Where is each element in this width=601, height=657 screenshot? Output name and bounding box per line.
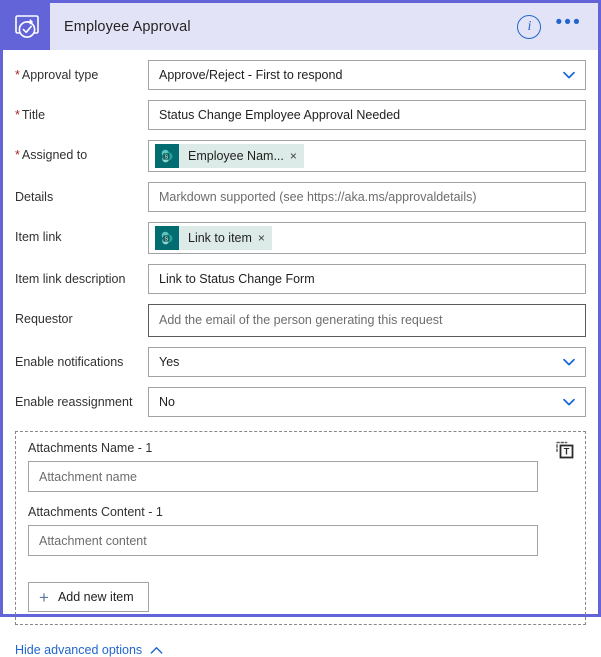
plus-icon: + (39, 587, 49, 607)
dynamic-content-token[interactable]: S Link to item × (155, 226, 272, 250)
chevron-down-icon[interactable] (562, 355, 576, 369)
field-wrapper-enable-notifications: Yes (148, 347, 586, 377)
sharepoint-icon: S (155, 144, 179, 168)
attachments-array-group: T Attachments Name - 1 Attachment name A… (15, 431, 586, 625)
hide-advanced-options-label: Hide advanced options (15, 643, 143, 657)
label-requestor: Requestor (15, 312, 73, 326)
svg-text:S: S (164, 236, 168, 242)
details-input[interactable]: Markdown supported (see https://aka.ms/a… (148, 182, 586, 212)
field-wrapper-approval-type: Approve/Reject - First to respond (148, 60, 586, 90)
remove-token-icon[interactable]: × (289, 150, 304, 162)
enable-reassignment-value: No (159, 394, 175, 409)
chevron-down-icon[interactable] (562, 395, 576, 409)
approval-action-card: Employee Approval i ••• * Approval type A… (0, 0, 601, 657)
requestor-placeholder: Add the email of the person generating t… (159, 313, 443, 327)
field-wrapper-enable-reassignment: No (148, 387, 586, 417)
hide-advanced-options-link[interactable]: Hide advanced options (15, 643, 163, 657)
chevron-up-icon (150, 646, 163, 655)
attachment-name-input[interactable]: Attachment name (28, 461, 538, 492)
label-assigned-to: * Assigned to (15, 148, 88, 162)
field-row-item-link: Item link S Link to item × (3, 222, 598, 254)
assigned-to-input[interactable]: S Employee Nam... × (148, 140, 586, 172)
remove-token-icon[interactable]: × (257, 232, 272, 244)
approval-check-icon (3, 3, 50, 50)
sharepoint-icon: S (155, 226, 179, 250)
chevron-down-icon[interactable] (562, 68, 576, 82)
details-placeholder: Markdown supported (see https://aka.ms/a… (159, 189, 477, 204)
enable-reassignment-dropdown[interactable]: No (148, 387, 586, 417)
required-asterisk: * (15, 108, 20, 122)
field-wrapper-item-link-description: Link to Status Change Form (148, 264, 586, 294)
field-wrapper-title: Status Change Employee Approval Needed (148, 100, 586, 130)
label-enable-reassignment: Enable reassignment (15, 395, 133, 409)
approval-type-dropdown[interactable]: Approve/Reject - First to respond (148, 60, 586, 90)
card-body: * Approval type Approve/Reject - First to… (3, 60, 598, 657)
field-wrapper-details: Markdown supported (see https://aka.ms/a… (148, 182, 586, 212)
attachment-content-row: Attachments Content - 1 Attachment conte… (28, 506, 573, 556)
field-wrapper-item-link: S Link to item × (148, 222, 586, 254)
item-link-description-value: Link to Status Change Form (159, 271, 315, 286)
token-label: Link to item (188, 230, 252, 245)
field-row-title: * Title Status Change Employee Approval N… (3, 100, 598, 130)
attachment-name-row: Attachments Name - 1 Attachment name (28, 442, 573, 492)
header-actions: i ••• (517, 13, 598, 39)
enable-notifications-value: Yes (159, 354, 180, 369)
field-wrapper-requestor: Add the email of the person generating t… (148, 304, 586, 337)
required-asterisk: * (15, 148, 20, 162)
enable-notifications-dropdown[interactable]: Yes (148, 347, 586, 377)
field-row-assigned-to: * Assigned to S Employee Nam... × (3, 140, 598, 172)
required-asterisk: * (15, 68, 20, 82)
label-approval-type: * Approval type (15, 68, 99, 82)
attachment-content-input[interactable]: Attachment content (28, 525, 538, 556)
label-title: * Title (15, 108, 46, 122)
token-label: Employee Nam... (188, 148, 284, 163)
svg-text:S: S (164, 154, 168, 160)
page-title: Employee Approval (64, 18, 191, 35)
field-row-requestor: Requestor Add the email of the person ge… (3, 304, 598, 337)
field-wrapper-assigned-to: S Employee Nam... × (148, 140, 586, 172)
label-details: Details (15, 190, 54, 204)
field-row-enable-notifications: Enable notifications Yes (3, 347, 598, 377)
title-value: Status Change Employee Approval Needed (159, 107, 401, 122)
switch-to-text-mode-icon[interactable]: T (555, 440, 575, 460)
approval-type-value: Approve/Reject - First to respond (159, 67, 343, 82)
item-link-input[interactable]: S Link to item × (148, 222, 586, 254)
title-input[interactable]: Status Change Employee Approval Needed (148, 100, 586, 130)
dynamic-content-token[interactable]: S Employee Nam... × (155, 144, 304, 168)
requestor-input[interactable]: Add the email of the person generating t… (148, 304, 586, 337)
field-row-item-link-description: Item link description Link to Status Cha… (3, 264, 598, 294)
label-attachments-name: Attachments Name - 1 (28, 441, 153, 455)
label-item-link: Item link (15, 230, 62, 244)
svg-text:T: T (564, 447, 570, 457)
field-row-enable-reassignment: Enable reassignment No (3, 387, 598, 417)
label-item-link-description: Item link description (15, 272, 126, 286)
field-row-details: Details Markdown supported (see https://… (3, 182, 598, 212)
info-icon[interactable]: i (517, 14, 542, 39)
add-new-item-button[interactable]: + Add new item (28, 582, 149, 612)
item-link-description-input[interactable]: Link to Status Change Form (148, 264, 586, 294)
attachment-name-placeholder: Attachment name (39, 469, 137, 484)
attachment-content-placeholder: Attachment content (39, 533, 147, 548)
label-enable-notifications: Enable notifications (15, 355, 124, 369)
add-new-item-label: Add new item (57, 590, 134, 604)
card-header: Employee Approval i ••• (3, 3, 598, 50)
more-options-icon[interactable]: ••• (555, 13, 582, 35)
label-attachments-content: Attachments Content - 1 (28, 505, 163, 519)
field-row-approval-type: * Approval type Approve/Reject - First to… (3, 60, 598, 90)
